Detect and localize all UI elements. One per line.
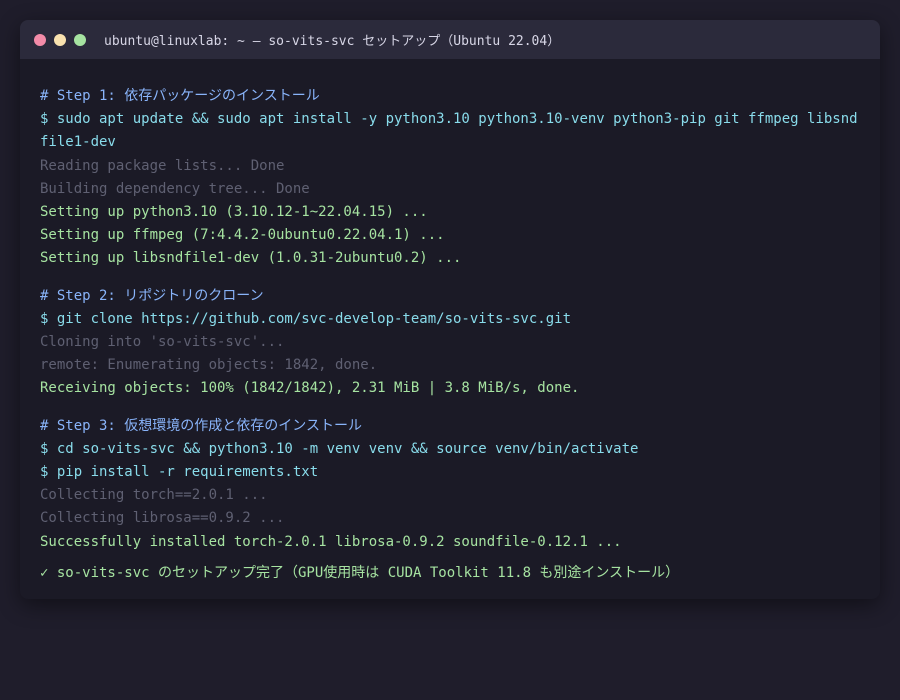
minimize-button[interactable] [54, 33, 66, 46]
step1-output-3: Setting up python3.10 (3.10.12-1~22.04.1… [40, 204, 428, 221]
step2-output-3: Receiving objects: 100% (1842/1842), 2.3… [40, 380, 580, 397]
maximize-button[interactable] [74, 33, 86, 46]
step3-output-1: Collecting torch==2.0.1 ... [40, 487, 268, 504]
step3-command-2: $ pip install -r requirements.txt [40, 464, 319, 481]
title-bar: ubuntu@linuxlab: ~ — so-vits-svc セットアップ（… [20, 20, 880, 59]
step3-command-1: $ cd so-vits-svc && python3.10 -m venv v… [40, 440, 639, 457]
step1-comment: # Step 1: 依存パッケージのインストール [40, 88, 320, 104]
step1-output-2: Building dependency tree... Done [40, 180, 310, 197]
close-button[interactable] [34, 33, 46, 46]
step2-comment: # Step 2: リポジトリのクローン [40, 287, 264, 304]
step3-output-3: Successfully installed torch-2.0.1 libro… [40, 533, 622, 550]
step1-output-4: Setting up ffmpeg (7:4.4.2-0ubuntu0.22.0… [40, 227, 445, 244]
terminal-window: ubuntu@linuxlab: ~ — so-vits-svc セットアップ（… [20, 20, 880, 599]
window-title: ubuntu@linuxlab: ~ — so-vits-svc セットアップ（… [104, 34, 561, 49]
terminal-output[interactable]: # Step 1: 依存パッケージのインストール $ sudo apt upda… [20, 59, 880, 585]
step1-output-5: Setting up libsndfile1-dev (1.0.31-2ubun… [40, 250, 462, 267]
step2-command: $ git clone https://github.com/svc-devel… [40, 310, 572, 327]
step2-output-2: remote: Enumerating objects: 1842, done. [40, 357, 378, 374]
completion-message: ✓ so-vits-svc のセットアップ完了（GPU使用時は CUDA Too… [40, 564, 680, 581]
step3-comment: # Step 3: 仮想環境の作成と依存のインストール [40, 417, 363, 434]
step2-output-1: Cloning into 'so-vits-svc'... [40, 334, 285, 351]
step1-output-1: Reading package lists... Done [40, 157, 285, 174]
step1-command: $ sudo apt update && sudo apt install -y… [40, 111, 858, 151]
step3-output-2: Collecting librosa==0.9.2 ... [40, 510, 285, 527]
